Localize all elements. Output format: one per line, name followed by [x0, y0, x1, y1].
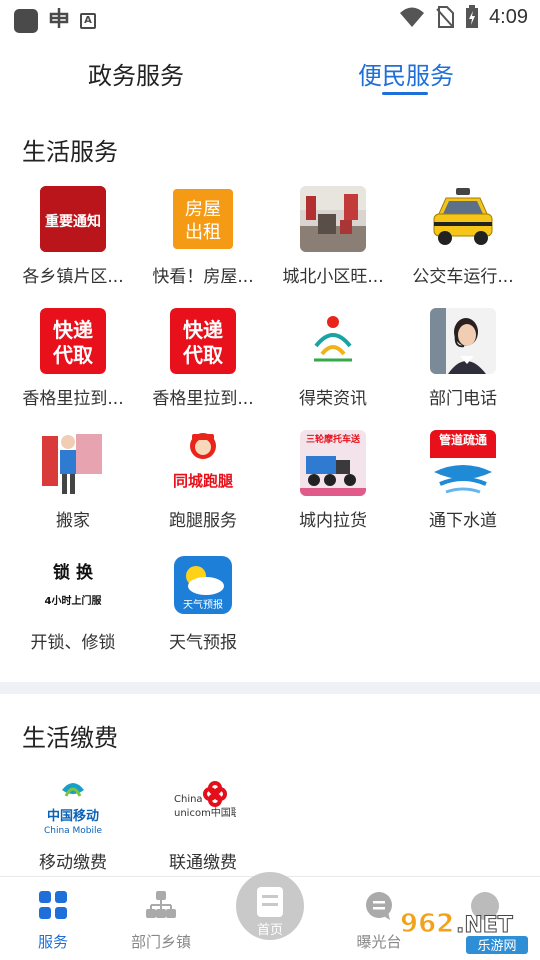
svg-text:中国移动: 中国移动 [47, 808, 99, 824]
top-tabs: 政务服务 便民服务 [0, 48, 540, 98]
lock-service-icon: 锁 换 4小时上门服 [40, 552, 106, 618]
svg-text:出租: 出租 [185, 222, 221, 243]
svg-text:China Mobile: China Mobile [44, 826, 103, 836]
keyboard-a-icon: A [80, 12, 96, 29]
service-item-label: 得荣资讯 [299, 389, 367, 409]
pipe-dredge-icon: 管道疏通 [430, 430, 496, 496]
room-photo-icon [300, 186, 366, 252]
service-item-house-rent[interactable]: 房屋 出租 快看！房屋... [138, 186, 268, 296]
service-item-label: 天气预报 [169, 633, 237, 653]
status-bar: A 4:09 [0, 0, 540, 36]
service-item-label: 部门电话 [429, 389, 497, 409]
service-item-label: 香格里拉到... [152, 389, 254, 409]
app-notification-icon [14, 8, 38, 33]
nav-label: 服务 [37, 933, 68, 951]
notice-icon-text: 重要通知 [45, 213, 101, 230]
svg-text:锁 换: 锁 换 [53, 562, 94, 583]
svg-text:天气预报: 天气预报 [183, 598, 223, 611]
nav-item-services[interactable]: 服务 [8, 889, 98, 951]
service-item-room-photo[interactable]: 城北小区旺... [268, 186, 398, 296]
service-item-label: 搬家 [56, 511, 90, 531]
service-item-label: 各乡镇片区... [22, 267, 124, 287]
china-unicom-icon: China unicom中国联通 [170, 772, 236, 838]
wifi-icon [400, 7, 425, 27]
nav-item-home[interactable]: 首页 [225, 871, 315, 945]
org-chart-icon [146, 891, 176, 918]
china-mobile-icon: 中国移动 China Mobile [40, 772, 106, 838]
section-title-life-payments: 生活缴费 [22, 724, 118, 752]
news-logo-icon [300, 308, 366, 374]
taxi-icon [430, 186, 496, 252]
service-item-pipe-dredge[interactable]: 管道疏通 通下水道 [398, 430, 528, 540]
service-item-label: 跑腿服务 [169, 511, 237, 531]
svg-text:代取: 代取 [182, 343, 223, 367]
chat-icon [366, 892, 392, 920]
svg-text:代取: 代取 [52, 343, 93, 367]
service-item-notice[interactable]: 重要通知 各乡镇片区... [8, 186, 138, 296]
svg-text:4小时上门服: 4小时上门服 [45, 594, 103, 607]
service-item-taxi[interactable]: 公交车运行... [398, 186, 528, 296]
active-tab-indicator [382, 92, 428, 95]
service-item-label: 快看！房屋... [152, 267, 254, 287]
battery-charging-icon [466, 5, 479, 28]
express-icon: 快递 代取 [40, 308, 106, 374]
nav-item-departments[interactable]: 部门乡镇 [116, 889, 206, 951]
nav-label: 部门乡镇 [130, 933, 191, 951]
clock-time: 4:09 [489, 5, 528, 28]
payment-item-china-unicom[interactable]: China unicom中国联通 联通缴费 [138, 772, 268, 882]
weather-icon: 天气预报 [170, 552, 236, 618]
moving-icon [40, 430, 106, 496]
tricycle-icon: 三轮摩托车送 [300, 430, 366, 496]
tab-government-services[interactable]: 政务服务 [88, 56, 184, 91]
service-item-derong-news[interactable]: 得荣资讯 [268, 308, 398, 418]
service-item-express-2[interactable]: 快递 代取 香格里拉到... [138, 308, 268, 418]
svg-text:房屋: 房屋 [185, 199, 221, 220]
no-sim-icon [436, 6, 455, 28]
svg-text:.NET: .NET [456, 913, 513, 938]
service-item-label: 通下水道 [429, 511, 497, 531]
payment-item-label: 联通缴费 [169, 853, 237, 873]
svg-text:三轮摩托车送: 三轮摩托车送 [306, 433, 361, 445]
service-item-label: 城内拉货 [299, 511, 367, 531]
service-item-label: 城北小区旺... [282, 267, 384, 287]
svg-text:962: 962 [400, 909, 454, 939]
nav-label: 首页 [256, 923, 283, 938]
section-divider [0, 682, 540, 694]
service-item-cargo[interactable]: 三轮摩托车送 城内拉货 [268, 430, 398, 540]
express-icon: 快递 代取 [170, 308, 236, 374]
grid-icon [39, 891, 67, 919]
service-item-errand[interactable]: 同城跑腿 跑腿服务 [138, 430, 268, 540]
svg-text:乐游网: 乐游网 [477, 939, 516, 954]
payment-item-china-mobile[interactable]: 中国移动 China Mobile 移动缴费 [8, 772, 138, 882]
call-agent-icon [430, 308, 496, 374]
svg-text:快递: 快递 [53, 318, 93, 342]
svg-text:管道疏通: 管道疏通 [439, 432, 487, 447]
svg-text:China: China [174, 794, 203, 805]
service-item-label: 公交车运行... [412, 267, 514, 287]
service-item-moving[interactable]: 搬家 [8, 430, 138, 540]
payment-item-label: 移动缴费 [39, 853, 107, 873]
notice-icon: 重要通知 [40, 186, 106, 252]
service-item-locksmith[interactable]: 锁 换 4小时上门服 开锁、修锁 [8, 552, 138, 662]
svg-text:unicom中国联通: unicom中国联通 [174, 806, 236, 819]
service-item-weather[interactable]: 天气预报 天气预报 [138, 552, 268, 662]
service-item-label: 开锁、修锁 [30, 633, 116, 653]
service-item-dept-phone[interactable]: 部门电话 [398, 308, 528, 418]
svg-text:快递: 快递 [183, 318, 223, 342]
svg-text:同城跑腿: 同城跑腿 [173, 472, 233, 490]
tab-convenience-services[interactable]: 便民服务 [358, 56, 454, 91]
bug-icon [48, 6, 70, 35]
errand-icon: 同城跑腿 [170, 430, 236, 496]
watermark-logo: 962 .NET 乐游网 [396, 904, 536, 956]
section-title-life-services: 生活服务 [22, 138, 118, 166]
service-item-express-1[interactable]: 快递 代取 香格里拉到... [8, 308, 138, 418]
house-rent-icon: 房屋 出租 [170, 186, 236, 252]
service-item-label: 香格里拉到... [22, 389, 124, 409]
